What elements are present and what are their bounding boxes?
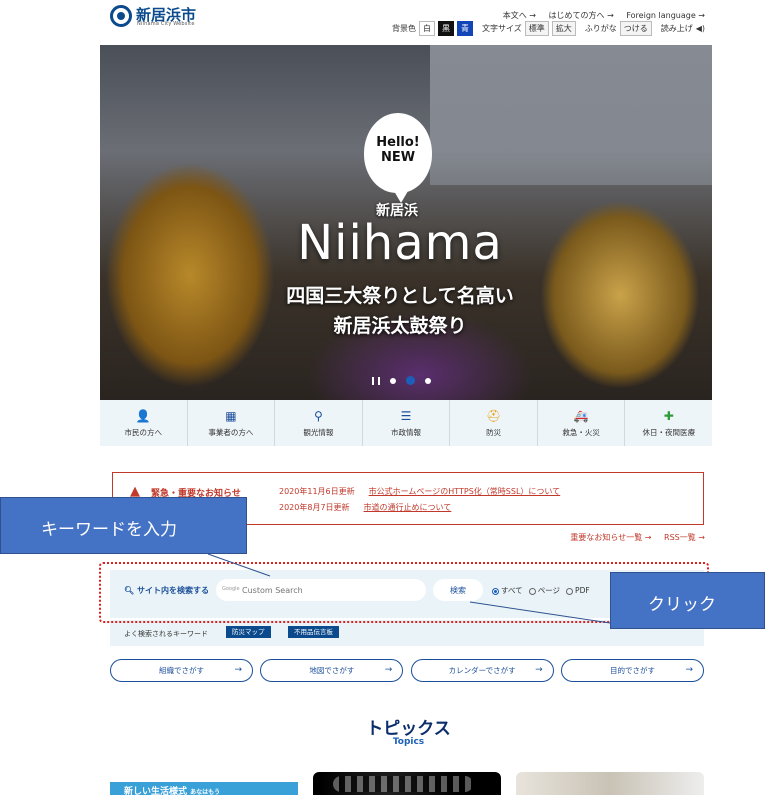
finder-buttons: 組織でさがす → 地図でさがす → カレンダーでさがす → 目的でさがす → bbox=[110, 659, 704, 682]
hero-tagline-1: 四国三大祭りとして名高い bbox=[286, 285, 514, 307]
helmet-icon: ⛑ bbox=[485, 409, 502, 423]
foreign-language-link[interactable]: Foreign language → bbox=[626, 11, 705, 20]
slide-controls bbox=[372, 376, 431, 385]
important-notices-link[interactable]: 重要なお知らせ一覧 → bbox=[570, 533, 651, 542]
hero-tagline-2: 新居浜太鼓祭り bbox=[333, 315, 467, 337]
first-visit-link[interactable]: はじめての方へ → bbox=[549, 11, 614, 20]
alert-date: 2020年11月6日更新 bbox=[279, 487, 355, 496]
cat-business[interactable]: ▦ 事業者の方へ bbox=[188, 400, 276, 446]
cat-label: 防災 bbox=[486, 428, 502, 437]
cat-tourism[interactable]: ⚲ 観光情報 bbox=[275, 400, 363, 446]
bg-blue-button[interactable]: 青 bbox=[456, 21, 473, 36]
cat-label: 事業者の方へ bbox=[208, 428, 254, 437]
alert-link[interactable]: 市道の通行止めについて bbox=[364, 503, 452, 512]
ambulance-icon: 🚑 bbox=[573, 409, 589, 423]
topic-card[interactable]: 新しい生活様式 あなはもう bbox=[110, 782, 298, 797]
click-callout: クリック bbox=[610, 572, 765, 629]
arrow-right-icon: → bbox=[384, 665, 393, 675]
site-header: 新居浜市 Niihama City Website 本文へ → はじめての方へ … bbox=[0, 0, 765, 44]
medical-kit-icon: ✚ bbox=[663, 409, 674, 423]
alert-item: 2020年11月6日更新 市公式ホームページのHTTPS化（常時SSL）について bbox=[279, 486, 560, 497]
furigana-button[interactable]: つける bbox=[619, 21, 652, 36]
find-by-map-button[interactable]: 地図でさがす → bbox=[260, 659, 404, 682]
topic-card-title: 新しい生活様式 あなはもう bbox=[124, 787, 220, 797]
arrow-right-icon: → bbox=[234, 665, 242, 675]
furigana-label: ふりがな bbox=[584, 24, 617, 33]
hero-niihama-title: Niihama bbox=[297, 215, 503, 271]
cat-label: 救急・火災 bbox=[562, 428, 600, 437]
bg-black-button[interactable]: 黒 bbox=[437, 21, 454, 36]
logo-subtitle: Niihama City Website bbox=[137, 21, 195, 27]
font-standard-button[interactable]: 標準 bbox=[524, 21, 549, 36]
building-icon: ▦ bbox=[225, 409, 237, 423]
speaker-icon[interactable]: ◀) bbox=[696, 24, 705, 33]
cat-label: 休日・夜間医療 bbox=[642, 428, 696, 437]
city-logo-icon[interactable] bbox=[110, 5, 132, 27]
cat-label: 市民の方へ bbox=[124, 428, 163, 437]
notice-more-links: 重要なお知らせ一覧 → RSS一覧 → bbox=[560, 532, 705, 543]
person-icon: 👤 bbox=[135, 409, 151, 423]
list-icon: ☰ bbox=[400, 409, 412, 423]
cat-emergency[interactable]: 🚑 救急・火災 bbox=[538, 400, 626, 446]
font-size-label: 文字サイズ bbox=[481, 24, 522, 33]
arrow-right-icon: → bbox=[685, 665, 693, 675]
map-pin-icon: ⚲ bbox=[314, 409, 323, 423]
accessibility-tools: 背景色 白 黒 青 文字サイズ 標準 拡大 ふりがな つける 読み上げ ◀) bbox=[392, 21, 705, 36]
cat-city-admin[interactable]: ☰ 市政情報 bbox=[363, 400, 451, 446]
skip-to-content-link[interactable]: 本文へ → bbox=[503, 11, 536, 20]
rss-list-link[interactable]: RSS一覧 → bbox=[664, 533, 705, 542]
pause-icon[interactable] bbox=[372, 376, 380, 385]
cat-medical[interactable]: ✚ 休日・夜間医療 bbox=[625, 400, 712, 446]
hero-sky bbox=[430, 45, 712, 185]
category-nav: 👤 市民の方へ ▦ 事業者の方へ ⚲ 観光情報 ☰ 市政情報 ⛑ 防災 🚑 救急・火災 ✚ 休… bbox=[100, 400, 712, 446]
slide-dot-active[interactable] bbox=[406, 376, 415, 385]
hello-new-bubble: Hello! NEW bbox=[364, 113, 432, 203]
bubble-text: Hello! NEW bbox=[376, 135, 420, 165]
slide-dot[interactable] bbox=[390, 377, 396, 384]
keyword-tag[interactable]: 防災マップ bbox=[226, 626, 271, 638]
find-by-calendar-button[interactable]: カレンダーでさがす → bbox=[410, 659, 554, 682]
topics-title: トピックス bbox=[366, 719, 451, 739]
cat-label: 市政情報 bbox=[391, 428, 422, 437]
frequent-keywords-label: よく検索されるキーワード bbox=[124, 630, 208, 638]
alert-date: 2020年8月7日更新 bbox=[279, 503, 350, 512]
cat-disaster[interactable]: ⛑ 防災 bbox=[450, 400, 538, 446]
font-large-button[interactable]: 拡大 bbox=[551, 21, 576, 36]
cat-label: 観光情報 bbox=[303, 428, 334, 437]
alert-item: 2020年8月7日更新 市道の通行止めについて bbox=[279, 502, 451, 513]
topic-card[interactable] bbox=[516, 772, 704, 795]
find-by-org-button[interactable]: 組織でさがす → bbox=[110, 659, 253, 682]
bg-color-label: 背景色 bbox=[391, 24, 416, 33]
keyword-tag[interactable]: 不用品伝言板 bbox=[288, 626, 339, 638]
hero-slideshow[interactable]: Hello! NEW 新居浜 Niihama 四国三大祭りとして名高い 新居浜太… bbox=[100, 45, 712, 400]
topics-subtitle: Topics bbox=[392, 737, 425, 747]
read-aloud-label[interactable]: 読み上げ bbox=[661, 23, 693, 34]
bg-white-button[interactable]: 白 bbox=[418, 21, 435, 36]
alert-link[interactable]: 市公式ホームページのHTTPS化（常時SSL）について bbox=[369, 487, 561, 496]
find-by-purpose-button[interactable]: 目的でさがす → bbox=[560, 659, 704, 682]
slide-dot[interactable] bbox=[425, 377, 431, 384]
top-links: 本文へ → はじめての方へ → Foreign language → bbox=[493, 10, 705, 21]
keyword-callout: キーワードを入力 bbox=[0, 497, 247, 554]
arrow-right-icon: → bbox=[535, 665, 543, 675]
cat-residents[interactable]: 👤 市民の方へ bbox=[100, 400, 188, 446]
topic-card[interactable] bbox=[313, 772, 501, 795]
